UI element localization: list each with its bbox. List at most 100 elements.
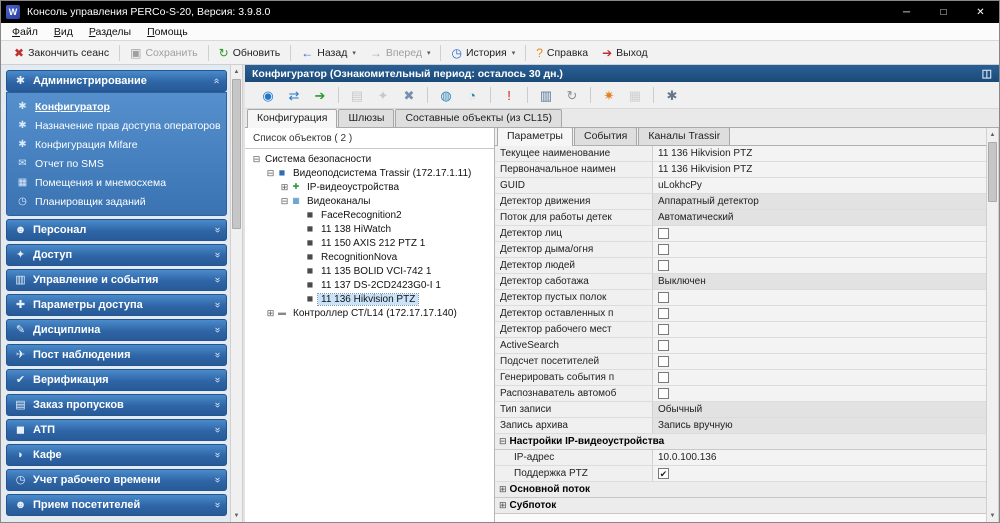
property-value[interactable]: [653, 226, 986, 241]
expand-chevron-icon[interactable]: »: [212, 352, 222, 358]
expand-expander-icon[interactable]: ⊞: [499, 484, 507, 495]
properties-scroll-track[interactable]: [987, 141, 998, 509]
expand-expander-icon[interactable]: ⊞: [499, 500, 507, 511]
property-value[interactable]: [653, 290, 986, 305]
help-button[interactable]: ?Справка: [529, 45, 595, 61]
tree-item[interactable]: ⊞✚IP-видеоустройства: [245, 180, 494, 194]
menu-item-sections[interactable]: Разделы: [81, 25, 139, 39]
sidebar-section-atp[interactable]: ◼АТП»: [6, 419, 227, 441]
expand-chevron-icon[interactable]: »: [212, 377, 222, 383]
sidebar-scrollbar[interactable]: ▲ ▼: [230, 65, 243, 522]
sidebar-section-administration[interactable]: ✱Администрирование»: [6, 70, 227, 92]
tree-item[interactable]: ◼11 137 DS-2CD2423G0-I 1: [245, 278, 494, 292]
property-value[interactable]: uLokhcPy: [653, 178, 986, 193]
tree-item[interactable]: ⊟Система безопасности: [245, 152, 494, 166]
scroll-down-icon[interactable]: ▼: [987, 509, 998, 522]
sidebar-item-premises[interactable]: ▦Помещения и мнемосхема: [7, 173, 226, 192]
checkbox[interactable]: [658, 244, 669, 255]
expand-chevron-icon[interactable]: »: [212, 477, 222, 483]
tab-trassir-channels[interactable]: Каналы Trassir: [638, 128, 730, 145]
property-value[interactable]: ✔: [653, 466, 986, 481]
expand-chevron-icon[interactable]: »: [212, 402, 222, 408]
property-value[interactable]: Запись вручную: [653, 418, 986, 433]
sidebar-section-observation-post[interactable]: ✈Пост наблюдения»: [6, 344, 227, 366]
property-value[interactable]: Автоматический: [653, 210, 986, 225]
property-value[interactable]: Выключен: [653, 274, 986, 289]
expand-chevron-icon[interactable]: »: [212, 502, 222, 508]
sidebar-section-verification[interactable]: ✔Верификация»: [6, 369, 227, 391]
property-value[interactable]: 11 136 Hikvision PTZ: [653, 146, 986, 161]
expand-chevron-icon[interactable]: »: [212, 227, 222, 233]
alarm-icon[interactable]: ✷: [598, 89, 620, 102]
checkbox[interactable]: [658, 340, 669, 351]
property-value[interactable]: [653, 354, 986, 369]
scroll-up-icon[interactable]: ▲: [231, 65, 242, 78]
checkbox[interactable]: [658, 356, 669, 367]
tree-item[interactable]: ◼11 135 BOLID VCI-742 1: [245, 264, 494, 278]
verify-icon[interactable]: !: [498, 89, 520, 102]
collapse-expander-icon[interactable]: ⊟: [499, 436, 507, 447]
search-devices-icon[interactable]: ◉: [257, 89, 279, 102]
collapse-expander-icon[interactable]: ⊟: [279, 197, 290, 206]
web-browser-icon[interactable]: ◍: [435, 89, 457, 102]
sidebar-item-scheduler[interactable]: ◷Планировщик заданий: [7, 192, 226, 211]
expand-chevron-icon[interactable]: »: [212, 427, 222, 433]
tree-item[interactable]: ⊞▬Контроллер СТ/L14 (172.17.17.140): [245, 306, 494, 320]
refresh-button[interactable]: ↻Обновить: [212, 45, 288, 61]
delete-icon[interactable]: ✖: [398, 89, 420, 102]
end-session-button[interactable]: ✖Закончить сеанс: [7, 45, 116, 61]
properties-scrollbar[interactable]: ▲ ▼: [986, 128, 999, 522]
tab-parameters[interactable]: Параметры: [497, 128, 573, 146]
sidebar-section-discipline[interactable]: ✎Дисциплина»: [6, 319, 227, 341]
tree-item[interactable]: ◼11 136 Hikvision PTZ: [245, 292, 494, 306]
maximize-button[interactable]: □: [925, 1, 962, 23]
back-button[interactable]: ←Назад▾: [294, 45, 363, 61]
close-button[interactable]: ✕: [962, 1, 999, 23]
checkbox[interactable]: [658, 324, 669, 335]
sync-icon[interactable]: ↻: [561, 89, 583, 102]
history-button[interactable]: ◷История▾: [444, 45, 522, 61]
apply-config-icon[interactable]: ➔: [309, 89, 331, 102]
header-monitor-icon[interactable]: ◫: [982, 67, 992, 80]
scroll-up-icon[interactable]: ▲: [987, 128, 998, 141]
property-group[interactable]: ⊞Основной поток: [495, 482, 986, 498]
monitors-icon[interactable]: ▥: [535, 89, 557, 102]
sidebar-scroll-thumb[interactable]: [232, 79, 241, 229]
property-value[interactable]: [653, 322, 986, 337]
sidebar-section-access[interactable]: ✦Доступ»: [6, 244, 227, 266]
property-value[interactable]: [653, 242, 986, 257]
sidebar-section-personnel[interactable]: ☻Персонал»: [6, 219, 227, 241]
checkbox[interactable]: [658, 292, 669, 303]
checkbox[interactable]: [658, 372, 669, 383]
checkbox[interactable]: [658, 308, 669, 319]
property-value[interactable]: [653, 306, 986, 321]
expand-expander-icon[interactable]: ⊞: [279, 183, 290, 192]
sidebar-item-mifare-config[interactable]: ✱Конфигурация Mifare: [7, 135, 226, 154]
property-value[interactable]: [653, 386, 986, 401]
sidebar-section-management-events[interactable]: ▥Управление и события»: [6, 269, 227, 291]
sidebar-item-configurator[interactable]: ✱Конфигуратор: [7, 97, 226, 116]
sidebar-item-sms-report[interactable]: ✉Отчет по SMS: [7, 154, 226, 173]
checkbox[interactable]: [658, 388, 669, 399]
property-value[interactable]: 11 136 Hikvision PTZ: [653, 162, 986, 177]
expand-expander-icon[interactable]: ⊞: [265, 309, 276, 318]
tree-item[interactable]: ⊟◼Видеоподсистема Trassir (172.17.1.11): [245, 166, 494, 180]
property-group[interactable]: ⊟Настройки IP-видеоустройства: [495, 434, 986, 450]
expand-chevron-icon[interactable]: »: [212, 302, 222, 308]
tree-item[interactable]: ◼RecognitionNova: [245, 250, 494, 264]
expand-chevron-icon[interactable]: »: [212, 327, 222, 333]
collapse-expander-icon[interactable]: ⊟: [265, 169, 276, 178]
menu-item-file[interactable]: Файл: [4, 25, 46, 39]
tab-events[interactable]: События: [574, 128, 637, 145]
expand-chevron-icon[interactable]: »: [212, 277, 222, 283]
property-value[interactable]: Обычный: [653, 402, 986, 417]
tree-item[interactable]: ◼11 150 AXIS 212 PTZ 1: [245, 236, 494, 250]
checkbox[interactable]: [658, 260, 669, 271]
property-value[interactable]: 10.0.100.136: [653, 450, 986, 465]
web-camera-icon[interactable]: ◔: [461, 89, 483, 102]
collapse-chevron-icon[interactable]: »: [212, 78, 222, 84]
sidebar-section-visitors[interactable]: ☻Прием посетителей»: [6, 494, 227, 516]
collapse-expander-icon[interactable]: ⊟: [251, 155, 262, 164]
menu-item-view[interactable]: Вид: [46, 25, 81, 39]
sidebar-scroll-track[interactable]: [231, 78, 242, 509]
